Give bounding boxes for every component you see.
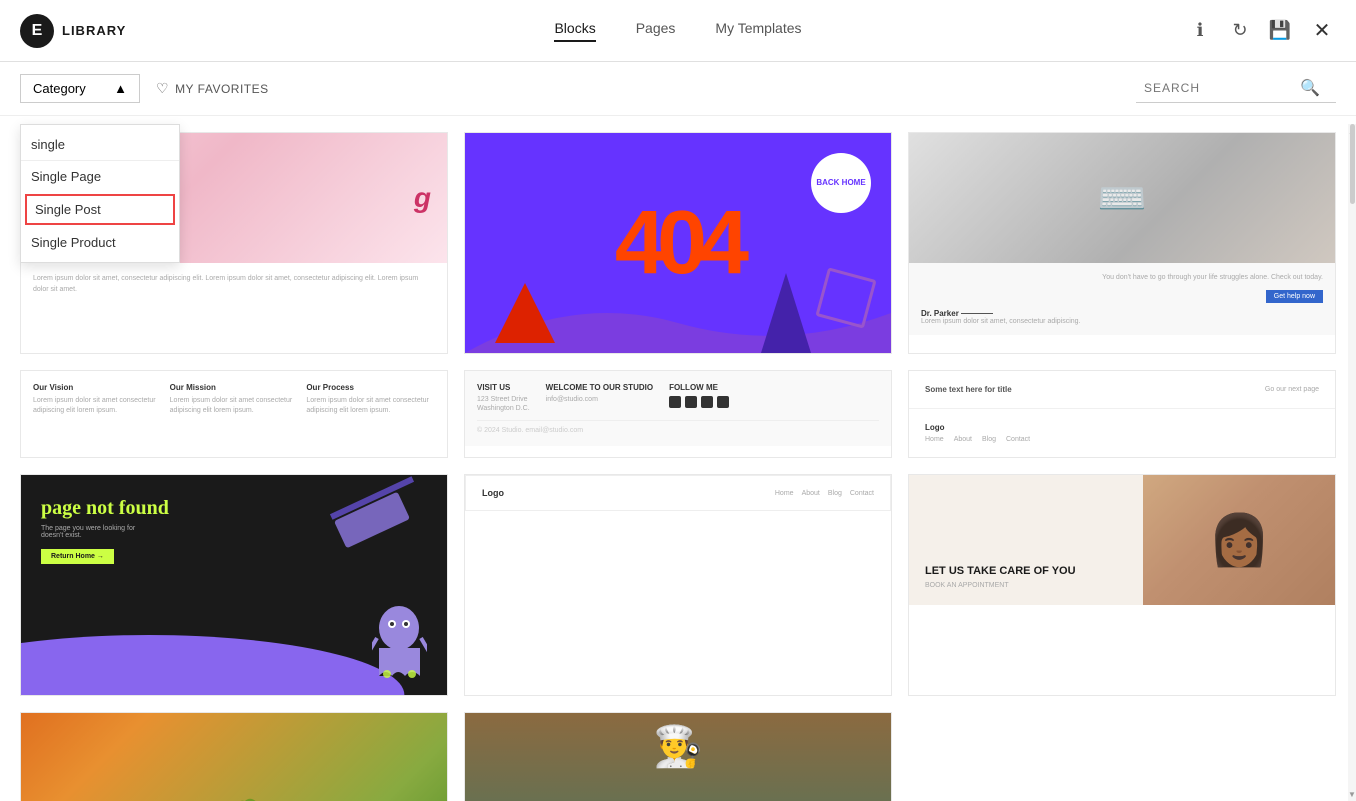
- back-home-badge: BACK HOME: [811, 153, 871, 213]
- category-button[interactable]: Category ▲: [20, 74, 140, 103]
- template-card-11[interactable]: 👨‍🍳 Felix Smith Delivery of healthy food: [464, 712, 892, 801]
- logo-icon: E: [20, 14, 54, 48]
- return-home-button[interactable]: Return Home →: [41, 549, 114, 564]
- template-card-9[interactable]: LET US TAKE CARE OF YOU BOOK AN APPOINTM…: [908, 474, 1336, 696]
- scroll-down-arrow[interactable]: ▼: [1348, 787, 1356, 801]
- tab-pages[interactable]: Pages: [636, 20, 676, 42]
- template-card-7[interactable]: page not found The page you were looking…: [20, 474, 448, 696]
- dropdown-item-single-product[interactable]: Single Product: [21, 227, 179, 258]
- navbar-template: Logo Home About Blog Contact: [465, 475, 891, 511]
- beauty-subtext: BOOK AN APPOINTMENT: [925, 582, 1127, 589]
- template-grid: g Lorem ipsum dolor sit amet, consectetu…: [20, 132, 1336, 801]
- header: E LIBRARY Blocks Pages My Templates ℹ ↻ …: [0, 0, 1356, 62]
- dropdown-item-single-post[interactable]: Single Post: [25, 194, 175, 225]
- template-card-5[interactable]: VISIT US 123 Street Drive Washington D.C…: [464, 370, 892, 458]
- header-actions: ℹ ↻ 💾 ✕: [1136, 17, 1336, 45]
- tab-blocks[interactable]: Blocks: [554, 20, 595, 42]
- chevron-down-icon: ▲: [114, 81, 127, 96]
- content-area: Category ▲ ♡ MY FAVORITES 🔍 Single Page …: [0, 62, 1356, 801]
- category-label: Category: [33, 81, 86, 96]
- search-icon[interactable]: 🔍: [1300, 78, 1320, 98]
- nav-logo: Logo: [482, 488, 504, 498]
- tab-my-templates[interactable]: My Templates: [715, 20, 801, 42]
- favorites-label: MY FAVORITES: [175, 82, 269, 96]
- template-card-6[interactable]: Some text here for title Go our next pag…: [908, 370, 1336, 458]
- favorites-button[interactable]: ♡ MY FAVORITES: [156, 80, 269, 97]
- search-area[interactable]: 🔍: [1136, 74, 1336, 103]
- heart-icon: ♡: [156, 80, 169, 97]
- toolbar: Category ▲ ♡ MY FAVORITES 🔍: [0, 62, 1356, 116]
- template-card-2[interactable]: 404 BACK HOME: [464, 132, 892, 354]
- scroll-thumb[interactable]: [1350, 124, 1355, 204]
- dropdown-item-single-page[interactable]: Single Page: [21, 161, 179, 192]
- template-card-3[interactable]: ⌨️ You don't have to go through your lif…: [908, 132, 1336, 354]
- scrollbar[interactable]: ▲ ▼: [1348, 124, 1356, 801]
- footer-template: VISIT US 123 Street Drive Washington D.C…: [465, 371, 891, 446]
- info-icon[interactable]: ℹ: [1188, 19, 1212, 43]
- template-card-4[interactable]: Our Vision Lorem ipsum dolor sit amet co…: [20, 370, 448, 458]
- card-photo-area: ⌨️: [909, 133, 1335, 263]
- sync-icon[interactable]: ↻: [1228, 19, 1252, 43]
- search-input[interactable]: [1144, 81, 1294, 95]
- page-not-found-heading: page not found: [41, 495, 169, 521]
- dropdown-search-input[interactable]: [21, 129, 179, 161]
- dark-404-card: page not found The page you were looking…: [21, 475, 447, 695]
- nav-links: Home About Blog Contact: [775, 490, 874, 497]
- close-button[interactable]: ✕: [1308, 17, 1336, 45]
- template-card-8[interactable]: Logo Home About Blog Contact: [464, 474, 892, 696]
- save-icon[interactable]: 💾: [1268, 19, 1292, 43]
- card-404-bg: 404 BACK HOME: [465, 133, 891, 353]
- category-dropdown: Single Page Single Post Single Product: [20, 124, 180, 263]
- three-column-layout: Our Vision Lorem ipsum dolor sit amet co…: [21, 371, 447, 428]
- beauty-heading: LET US TAKE CARE OF YOU: [925, 564, 1127, 578]
- logo-text: LIBRARY: [62, 23, 126, 38]
- template-card-10[interactable]: 🥕 👨: [20, 712, 448, 801]
- category-select[interactable]: Category ▲: [20, 74, 140, 103]
- grid-container: g Lorem ipsum dolor sit amet, consectetu…: [0, 116, 1356, 801]
- tabs-nav: Blocks Pages My Templates: [220, 20, 1136, 42]
- logo-area: E LIBRARY: [20, 14, 220, 48]
- 404-text: 404: [615, 192, 741, 295]
